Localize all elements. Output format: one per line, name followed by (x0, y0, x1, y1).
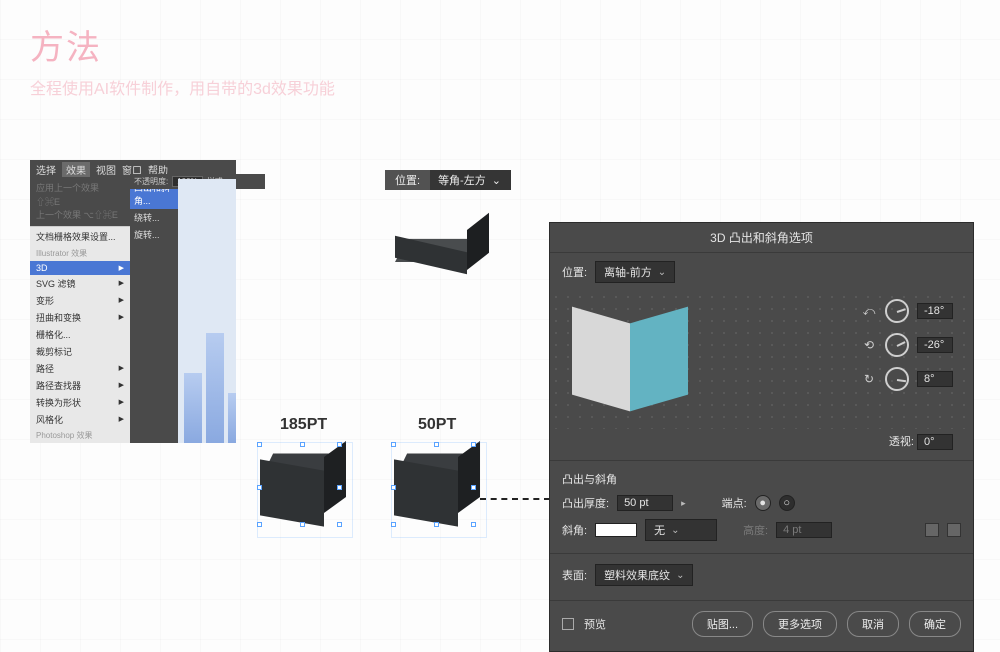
dial-y[interactable] (885, 333, 909, 357)
isometric-slab (395, 220, 485, 295)
axis-x-field[interactable]: -18° (917, 303, 953, 319)
submenu-item-rotate[interactable]: 旋转... (130, 226, 178, 243)
cancel-button[interactable]: 取消 (847, 611, 899, 637)
size-label-185: 185PT (280, 416, 327, 434)
map-art-button[interactable]: 贴图... (692, 611, 753, 637)
axis-y-field[interactable]: -26° (917, 337, 953, 353)
surface-label: 表面: (562, 567, 587, 583)
opacity-label: 不透明度: (134, 176, 168, 187)
connector-line (480, 498, 550, 500)
perspective-field[interactable]: 0° (917, 434, 953, 450)
size-label-50: 50PT (418, 416, 456, 434)
cap-label: 端点: (722, 495, 747, 511)
menu-item[interactable]: 裁剪标记 (30, 343, 130, 360)
axis-y-icon: ⟲ (861, 338, 877, 352)
surface-dropdown[interactable]: 塑料效果底纹 (595, 564, 693, 586)
bevel-in-icon (925, 523, 939, 537)
illustrator-menu-screenshot: 选择 效果 视图 窗口 帮助 不透明度: 100% 样式: 应用上一个效果 ⇧⌘… (30, 160, 236, 443)
heading-title: 方法 (30, 20, 335, 69)
menu-item[interactable]: 栅格化... (30, 326, 130, 343)
axis-x-icon: ⤺ (861, 304, 877, 319)
ok-button[interactable]: 确定 (909, 611, 961, 637)
preview-label: 预览 (584, 616, 606, 632)
extrude-section-header: 凸出与斜角 (562, 471, 961, 487)
extrude-bevel-dialog: 3D 凸出和斜角选项 位置: 离轴-前方 ⤺ -18° ⟲ -26° ↻ 8° (549, 222, 974, 652)
menu-item-disabled: 上一个效果 ⌥⇧⌘E (36, 209, 124, 223)
menu-item-3d[interactable]: 3D (30, 261, 130, 275)
position-value: 等角-左方 (438, 172, 486, 188)
position-label: 位置: (385, 172, 430, 188)
position-label: 位置: (562, 264, 587, 280)
menubar-item[interactable]: 视图 (96, 162, 116, 177)
depth-field[interactable]: 50 pt (617, 495, 673, 511)
menu-item[interactable]: 路径查找器 (30, 377, 130, 394)
menu-item-disabled: 应用上一个效果 ⇧⌘E (36, 182, 124, 209)
orientation-cube-preview[interactable] (572, 301, 692, 421)
preview-checkbox[interactable] (562, 618, 574, 630)
menubar-item[interactable]: 选择 (36, 162, 56, 177)
bevel-label: 斜角: (562, 522, 587, 538)
cube-50pt[interactable] (394, 445, 484, 535)
heading-subtitle: 全程使用AI软件制作，用自带的3d效果功能 (30, 75, 335, 99)
chevron-down-icon: ⌄ (492, 174, 501, 187)
dial-z[interactable] (885, 367, 909, 391)
depth-label: 凸出厚度: (562, 495, 609, 511)
menu-item[interactable]: 转换为形状 (30, 394, 130, 411)
menu-item[interactable]: 文档栅格效果设置... (30, 226, 130, 246)
menu-item[interactable]: 变形 (30, 292, 130, 309)
effect-3d-submenu: 凸出和斜角... 绕转... 旋转... (130, 179, 178, 443)
menu-group-header: Photoshop 效果 (30, 428, 130, 443)
more-options-button[interactable]: 更多选项 (763, 611, 837, 637)
bevel-swatch (595, 523, 637, 537)
submenu-item-revolve[interactable]: 绕转... (130, 209, 178, 226)
dial-x[interactable] (885, 299, 909, 323)
effect-menu: 应用上一个效果 ⇧⌘E 上一个效果 ⌥⇧⌘E 文档栅格效果设置... Illus… (30, 179, 130, 443)
menu-item[interactable]: SVG 滤镜 (30, 275, 130, 292)
menu-item[interactable]: 风格化 (30, 411, 130, 428)
bevel-height-field: 4 pt (776, 522, 832, 538)
bevel-height-label: 高度: (743, 522, 768, 538)
perspective-label: 透视: (889, 436, 914, 448)
cap-on-icon[interactable]: ● (755, 495, 771, 511)
cap-off-icon[interactable]: ○ (779, 495, 795, 511)
position-dropdown-small[interactable]: 位置: 等角-左方 ⌄ (385, 170, 511, 190)
axis-z-icon: ↻ (861, 372, 877, 386)
menu-group-header: Illustrator 效果 (30, 246, 130, 261)
menubar-item-active[interactable]: 效果 (62, 162, 90, 177)
menu-item[interactable]: 路径 (30, 360, 130, 377)
axis-z-field[interactable]: 8° (917, 371, 953, 387)
orientation-section: ⤺ -18° ⟲ -26° ↻ 8° (550, 291, 973, 429)
tutorial-heading: 方法 全程使用AI软件制作，用自带的3d效果功能 (30, 20, 335, 99)
position-dropdown[interactable]: 离轴-前方 (595, 261, 675, 283)
menu-item[interactable]: 扭曲和变换 (30, 309, 130, 326)
dialog-title: 3D 凸出和斜角选项 (550, 223, 973, 253)
cube-185pt[interactable] (260, 445, 350, 535)
bevel-dropdown[interactable]: 无 (645, 519, 717, 541)
bevel-out-icon (947, 523, 961, 537)
artboard-preview (178, 179, 236, 443)
stepper-icon[interactable]: ▸ (681, 498, 686, 509)
